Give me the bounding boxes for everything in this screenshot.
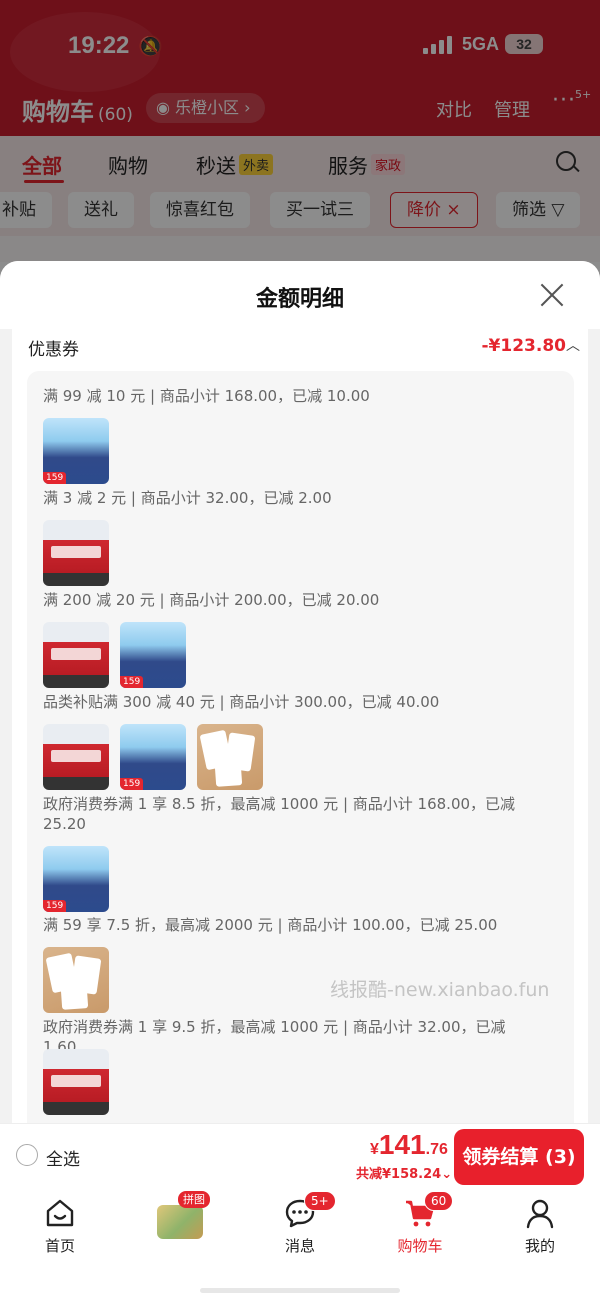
product-thumbnail-bus[interactable] bbox=[43, 520, 109, 586]
chevron-up-icon[interactable]: ︿ bbox=[566, 335, 580, 355]
price-decimal: .76 bbox=[425, 1141, 448, 1158]
checkout-bar: 全选 ¥141.76 共减¥158.24⌄ 领券结算 (3) bbox=[0, 1123, 600, 1187]
coupon-rule-text: 政府消费券满 1 享 9.5 折，最高减 1000 元 | 商品小计 32.00… bbox=[43, 1018, 506, 1056]
total-saved-label: 共减¥158.24 bbox=[356, 1167, 442, 1182]
product-thumbnail-cards[interactable] bbox=[197, 724, 263, 790]
product-price-tag: 159 bbox=[43, 900, 67, 912]
coupon-section: 优惠券 -¥123.80 ︿ 满 99 减 10 元 | 商品小计 168.00… bbox=[12, 329, 588, 1123]
product-thumbnail-bus[interactable] bbox=[43, 622, 109, 688]
product-thumbnail-bus[interactable] bbox=[43, 724, 109, 790]
product-thumbnail-puzzle[interactable]: 159 bbox=[43, 846, 109, 912]
chevron-down-icon: ⌄ bbox=[441, 1167, 453, 1182]
home-indicator bbox=[200, 1288, 400, 1293]
total-price: ¥141.76 bbox=[370, 1129, 448, 1161]
sheet-header: 金额明细 bbox=[0, 261, 600, 329]
flash-card bbox=[213, 749, 243, 787]
coupon-rule-text: 满 59 享 7.5 折，最高减 2000 元 | 商品小计 100.00，已减… bbox=[43, 916, 498, 934]
product-thumbnail-bus[interactable] bbox=[43, 1049, 109, 1115]
product-thumbnail-cards[interactable] bbox=[43, 947, 109, 1013]
product-thumbnail-puzzle[interactable]: 159 bbox=[120, 724, 186, 790]
close-icon[interactable] bbox=[538, 281, 566, 309]
bus-window bbox=[51, 1075, 101, 1087]
promo-badge: 拼图 bbox=[178, 1191, 210, 1208]
price-currency: ¥ bbox=[370, 1141, 379, 1158]
amount-detail-sheet: 金额明细 优惠券 -¥123.80 ︿ 满 99 减 10 元 | 商品小计 1… bbox=[0, 261, 600, 1123]
nav-profile-label: 我的 bbox=[524, 1237, 555, 1255]
nav-home[interactable]: 首页 bbox=[10, 1197, 110, 1256]
product-price-tag: 159 bbox=[43, 472, 67, 484]
nav-cart-label: 购物车 bbox=[397, 1237, 443, 1255]
coupon-rule-text: 满 200 减 20 元 | 商品小计 200.00，已减 20.00 bbox=[43, 591, 380, 609]
nav-messages[interactable]: 消息 5+ bbox=[250, 1191, 350, 1256]
nav-messages-label: 消息 bbox=[284, 1237, 315, 1255]
product-price-tag: 159 bbox=[120, 778, 144, 790]
promo-image[interactable] bbox=[157, 1205, 203, 1239]
select-all-label[interactable]: 全选 bbox=[46, 1145, 80, 1170]
bus-window bbox=[51, 546, 101, 558]
profile-icon bbox=[526, 1199, 554, 1229]
sheet-title: 金额明细 bbox=[255, 287, 344, 312]
price-integer: 141 bbox=[378, 1129, 426, 1160]
product-thumbnail-puzzle[interactable]: 159 bbox=[43, 418, 109, 484]
nav-cart[interactable]: 购物车 60 bbox=[370, 1191, 470, 1256]
coupon-total-amount: -¥123.80 bbox=[481, 336, 567, 356]
messages-badge: 5+ bbox=[304, 1191, 336, 1211]
coupon-rule-text: 满 3 减 2 元 | 商品小计 32.00，已减 2.00 bbox=[43, 489, 332, 507]
checkout-button[interactable]: 领券结算 (3) bbox=[454, 1129, 584, 1185]
coupon-rule-text: 政府消费券满 1 享 8.5 折，最高减 1000 元 | 商品小计 168.0… bbox=[43, 795, 516, 833]
product-price-tag: 159 bbox=[120, 676, 144, 688]
product-thumbnail-puzzle[interactable]: 159 bbox=[120, 622, 186, 688]
coupon-rule-text: 品类补贴满 300 减 40 元 | 商品小计 300.00，已减 40.00 bbox=[43, 693, 440, 711]
nav-profile[interactable]: 我的 bbox=[490, 1197, 590, 1256]
coupon-list: 满 99 减 10 元 | 商品小计 168.00，已减 10.00 159 满 3… bbox=[27, 371, 574, 1123]
coupon-section-label: 优惠券 bbox=[28, 340, 79, 360]
select-all-radio[interactable] bbox=[16, 1144, 38, 1166]
home-icon bbox=[46, 1199, 74, 1227]
bottom-nav: 首页 拼图 消息 5+ 购物车 60 我的 bbox=[0, 1187, 600, 1303]
coupon-rule-text: 满 99 减 10 元 | 商品小计 168.00，已减 10.00 bbox=[43, 387, 370, 405]
watermark: 线报酷-new.xianbao.fun bbox=[330, 979, 550, 1001]
cart-badge: 60 bbox=[424, 1191, 454, 1211]
bus-window bbox=[51, 750, 101, 762]
flash-card bbox=[59, 972, 89, 1010]
nav-home-label: 首页 bbox=[44, 1237, 75, 1255]
bus-window bbox=[51, 648, 101, 660]
total-saved[interactable]: 共减¥158.24⌄ bbox=[356, 1163, 452, 1182]
